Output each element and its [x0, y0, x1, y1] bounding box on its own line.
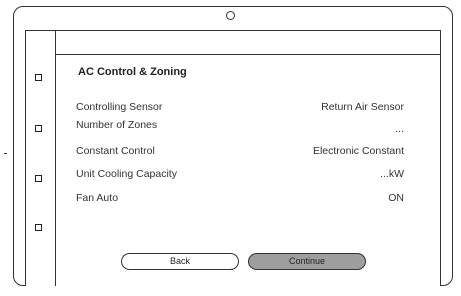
setting-label-constant-control: Constant Control	[76, 145, 155, 157]
top-bar	[56, 30, 441, 55]
side-button-2[interactable]	[35, 125, 42, 132]
setting-label-controlling-sensor: Controlling Sensor	[76, 101, 163, 113]
setting-value-constant-control[interactable]: Electronic Constant	[313, 145, 404, 157]
continue-button[interactable]: Continue	[248, 253, 366, 270]
page-title: AC Control & Zoning	[78, 66, 187, 78]
setting-value-controlling-sensor[interactable]: Return Air Sensor	[321, 101, 404, 113]
setting-label-fan-auto: Fan Auto	[76, 192, 119, 204]
setting-label-unit-cooling-capacity: Unit Cooling Capacity	[76, 168, 177, 180]
side-button-rail	[25, 30, 56, 286]
setting-label-number-of-zones: Number of Zones	[76, 119, 158, 131]
camera-dot	[226, 11, 235, 20]
leader-tick	[4, 153, 7, 155]
setting-value-number-of-zones[interactable]: ...	[395, 123, 404, 135]
setting-value-fan-auto[interactable]: ON	[388, 192, 404, 204]
side-button-1[interactable]	[35, 74, 42, 81]
setting-value-unit-cooling-capacity[interactable]: ...kW	[380, 168, 404, 180]
side-button-3[interactable]	[35, 175, 42, 182]
side-button-4[interactable]	[35, 224, 42, 231]
back-button[interactable]: Back	[121, 253, 239, 270]
